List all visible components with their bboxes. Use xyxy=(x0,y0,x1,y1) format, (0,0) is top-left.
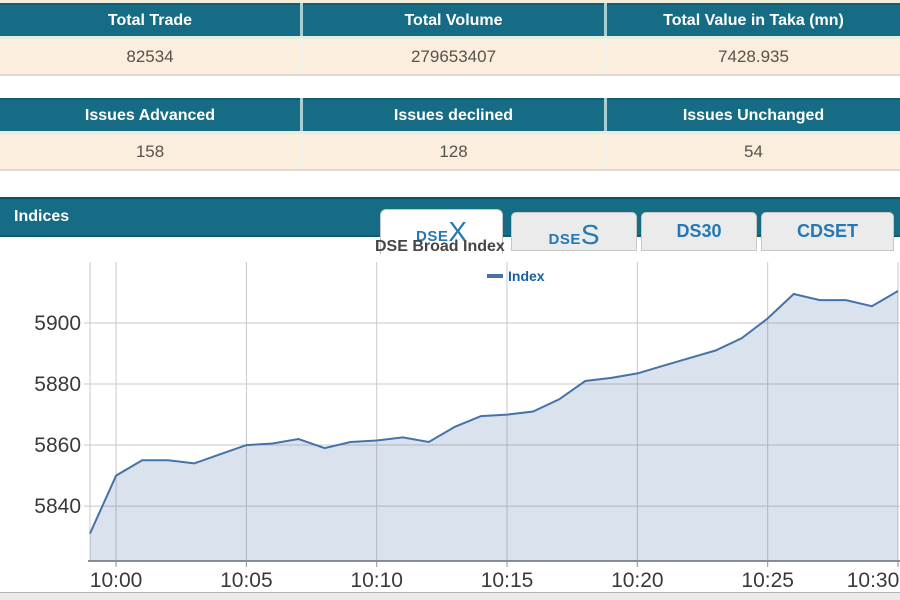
x-axis-label: 10:25 xyxy=(741,569,794,592)
x-axis-label: 10:15 xyxy=(481,569,534,592)
y-axis-label: 5840 xyxy=(34,495,81,518)
y-axis-label: 5860 xyxy=(34,434,81,457)
chart-legend-item-index[interactable]: Index xyxy=(487,268,545,284)
x-axis-label: 10:00 xyxy=(90,569,143,592)
trade-summary-value-row: 82534 279653407 7428.935 xyxy=(0,39,900,76)
tab-ds30[interactable]: DS30 xyxy=(641,212,757,251)
total-value-value: 7428.935 xyxy=(607,39,900,74)
total-volume-header: Total Volume xyxy=(303,3,604,36)
tab-dses-label-small: DSE xyxy=(548,231,580,248)
dse-market-dashboard: Total Trade Total Volume Total Value in … xyxy=(0,0,900,600)
issues-declined-value: 128 xyxy=(303,134,604,169)
total-volume-value: 279653407 xyxy=(303,39,604,74)
legend-line-icon xyxy=(487,274,503,278)
issues-table: Issues Advanced Issues declined Issues U… xyxy=(0,98,900,171)
tab-dses[interactable]: DSES xyxy=(511,212,637,251)
x-axis-label: 10:30 xyxy=(847,569,900,592)
y-axis-label: 5900 xyxy=(34,312,81,335)
issues-advanced-header: Issues Advanced xyxy=(0,98,300,131)
indices-section-title: Indices xyxy=(0,208,69,226)
total-value-header: Total Value in Taka (mn) xyxy=(607,3,900,36)
index-area-chart[interactable]: 5840 5860 5880 5900 10:00 10:05 10:10 10:15 10:2… xyxy=(0,255,900,600)
tab-cdset-label: CDSET xyxy=(797,221,858,242)
total-trade-value: 82534 xyxy=(0,39,300,74)
tab-ds30-label: DS30 xyxy=(676,221,721,242)
issues-header-row: Issues Advanced Issues declined Issues U… xyxy=(0,98,900,134)
issues-unchanged-header: Issues Unchanged xyxy=(607,98,900,131)
x-axis-label: 10:10 xyxy=(350,569,403,592)
tab-dses-label-big: S xyxy=(581,221,600,249)
trade-summary-table: Total Trade Total Volume Total Value in … xyxy=(0,3,900,76)
x-axis-label: 10:20 xyxy=(611,569,664,592)
tab-cdset[interactable]: CDSET xyxy=(761,212,894,251)
issues-value-row: 158 128 54 xyxy=(0,134,900,171)
issues-unchanged-value: 54 xyxy=(607,134,900,169)
index-area-fill xyxy=(90,291,898,561)
chart-title: DSE Broad Index xyxy=(375,238,505,256)
x-axis-label: 10:05 xyxy=(220,569,273,592)
issues-declined-header: Issues declined xyxy=(303,98,604,131)
total-trade-header: Total Trade xyxy=(0,3,300,36)
legend-label: Index xyxy=(508,268,545,284)
issues-advanced-value: 158 xyxy=(0,134,300,169)
y-axis-label: 5880 xyxy=(34,373,81,396)
trade-summary-header-row: Total Trade Total Volume Total Value in … xyxy=(0,3,900,39)
